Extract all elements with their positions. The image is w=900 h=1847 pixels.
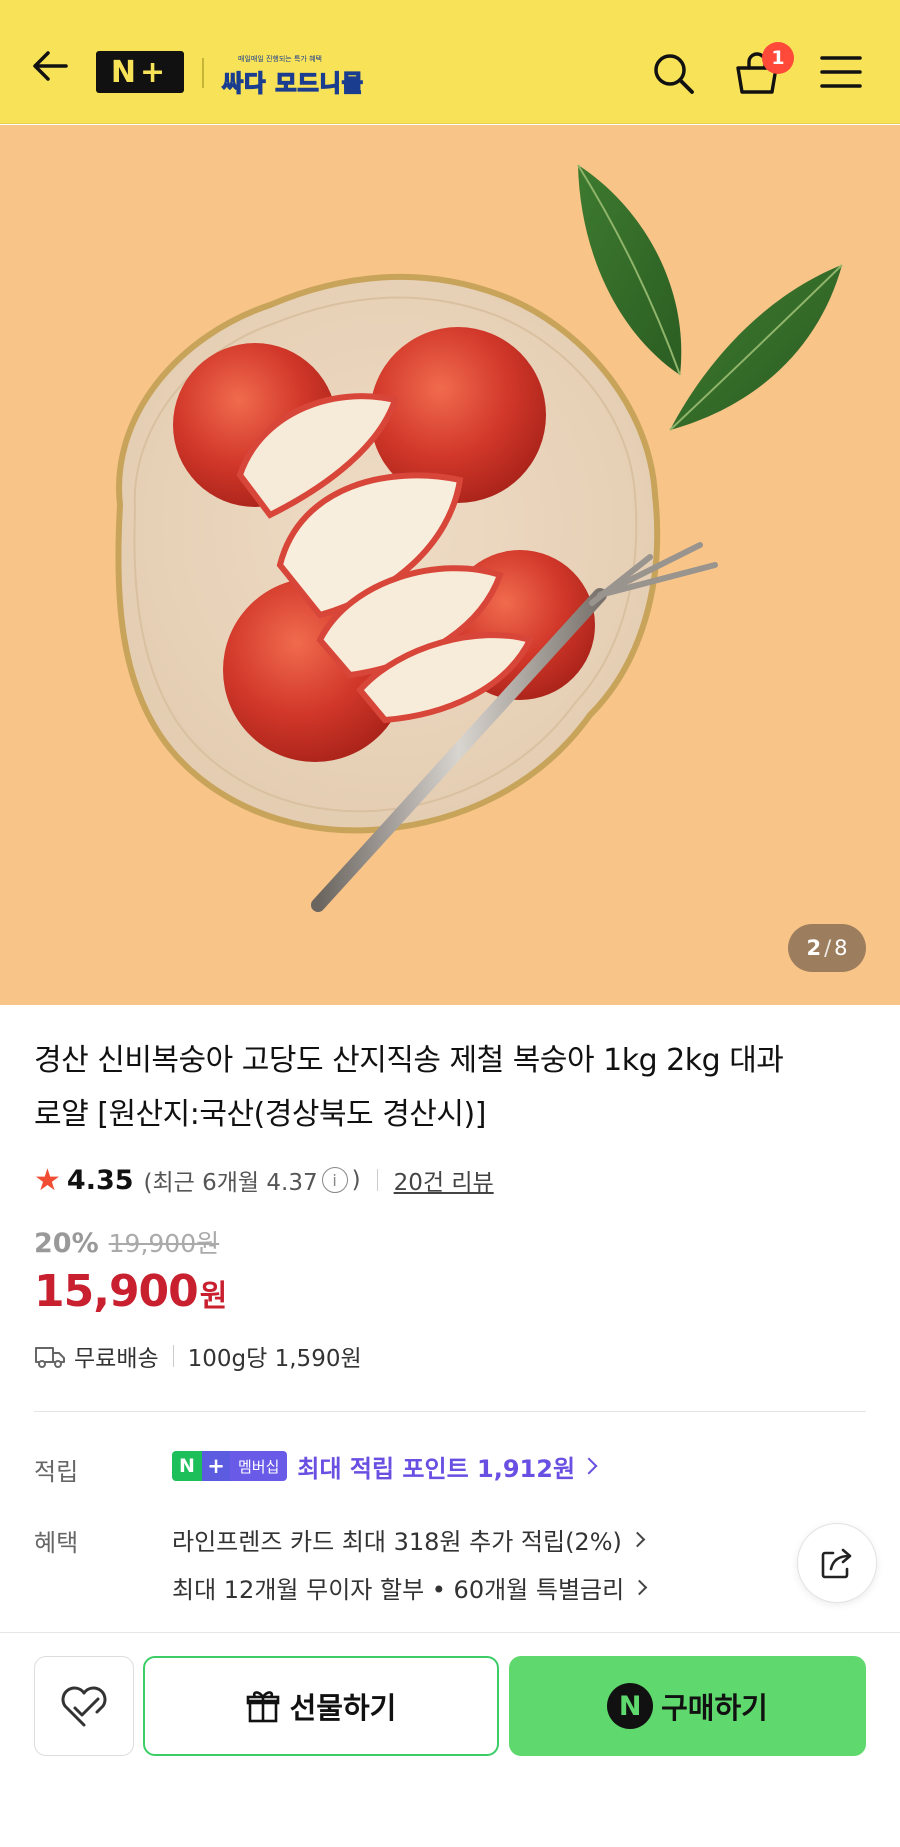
buy-button-label: 구매하기 xyxy=(661,1691,768,1725)
unit-price: 100g당 1,590원 xyxy=(187,1346,362,1372)
cart-count-badge: 1 xyxy=(762,42,794,74)
chevron-right-icon xyxy=(580,1457,598,1475)
search-icon xyxy=(654,54,694,94)
store-logo[interactable]: 매일매일 진행되는 특가 혜택 싸다 모드니몰 xyxy=(218,54,363,98)
buy-button[interactable]: N 구매하기 xyxy=(509,1656,866,1756)
image-counter-total: 8 xyxy=(834,936,848,960)
image-counter-separator: / xyxy=(824,936,832,960)
sale-price-unit: 원 xyxy=(199,1279,228,1314)
gift-button[interactable]: 선물하기 xyxy=(143,1656,499,1756)
hamburger-menu-icon xyxy=(820,56,862,88)
share-icon xyxy=(821,1548,852,1579)
truck-icon xyxy=(35,1347,65,1368)
recent-rating: (최근 6개월 4.37 i ) xyxy=(144,1163,361,1197)
store-name: 싸다 모드니몰 xyxy=(221,70,364,98)
arrow-left-icon xyxy=(33,51,68,81)
product-title-line-1: 경산 신비복숭아 고당도 산지직송 제철 복숭아 1kg 2kg 대과 xyxy=(34,1043,784,1078)
card-benefit-link[interactable]: 라인프렌즈 카드 최대 318원 추가 적립(2%) xyxy=(172,1522,646,1557)
discount-row: 20% 19,900원 xyxy=(34,1224,219,1260)
menu-button[interactable] xyxy=(818,52,864,92)
chevron-right-icon xyxy=(629,1531,646,1548)
badge-n: N xyxy=(172,1451,202,1481)
info-icon[interactable]: i xyxy=(321,1167,348,1193)
membership-points[interactable]: N + 멤버십 최대 적립 포인트 1,912원 xyxy=(172,1448,598,1484)
delivery-divider xyxy=(172,1345,174,1367)
recent-rating-close: ) xyxy=(351,1167,361,1193)
store-tagline: 매일매일 진행되는 특가 혜택 xyxy=(238,55,322,63)
image-counter-current: 2 xyxy=(806,936,822,960)
naver-plus-logo[interactable]: N+ xyxy=(96,51,184,93)
max-points-text: 최대 적립 포인트 1,912원 xyxy=(297,1454,576,1483)
badge-plus: + xyxy=(202,1451,230,1481)
badge-text: 멤버십 xyxy=(230,1451,288,1481)
rating-value: 4.35 xyxy=(66,1164,134,1196)
installment-benefit-link[interactable]: 최대 12개월 무이자 할부 • 60개월 특별금리 xyxy=(172,1570,648,1605)
heart-check-icon xyxy=(61,1686,107,1727)
card-benefit-text: 라인프렌즈 카드 최대 318원 추가 적립(2%) xyxy=(172,1528,622,1556)
naver-pay-icon: N xyxy=(607,1683,654,1729)
gift-icon xyxy=(246,1691,279,1723)
back-button[interactable] xyxy=(28,44,72,88)
star-icon: ★ xyxy=(34,1162,61,1198)
rating-divider xyxy=(376,1169,378,1191)
discount-rate: 20% xyxy=(34,1228,99,1259)
membership-badge: N + 멤버십 xyxy=(172,1451,288,1481)
image-counter: 2 / 8 xyxy=(788,924,866,972)
section-divider xyxy=(34,1411,866,1412)
original-price: 19,900원 xyxy=(108,1229,220,1258)
search-button[interactable] xyxy=(650,50,696,96)
recent-rating-text: (최근 6개월 4.37 xyxy=(143,1170,318,1196)
sale-price: 15,900 원 xyxy=(34,1266,227,1317)
points-label: 적립 xyxy=(34,1458,79,1486)
logo-divider xyxy=(202,58,204,88)
product-title-line-2: 로얄 [원산지:국산(경상북도 경산시)] xyxy=(34,1097,486,1132)
installment-benefit-text: 최대 12개월 무이자 할부 • 60개월 특별금리 xyxy=(172,1576,625,1604)
rating-row: ★ 4.35 (최근 6개월 4.37 i ) 20건 리뷰 xyxy=(34,1160,494,1200)
delivery-row: 무료배송 100g당 1,590원 xyxy=(34,1338,362,1374)
benefits-label: 혜택 xyxy=(34,1529,79,1557)
gift-button-label: 선물하기 xyxy=(289,1691,397,1725)
product-image[interactable] xyxy=(0,125,900,1005)
wishlist-button[interactable] xyxy=(34,1656,134,1756)
shipping-text: 무료배송 xyxy=(74,1346,159,1372)
sale-price-amount: 15,900 xyxy=(34,1266,199,1317)
chevron-right-icon xyxy=(631,1579,648,1596)
share-button[interactable] xyxy=(797,1523,877,1603)
product-title: 경산 신비복숭아 고당도 산지직송 제철 복숭아 1kg 2kg 대과 로얄 [… xyxy=(34,1034,864,1142)
peach-plate-photo xyxy=(115,164,843,912)
review-count-link[interactable]: 20건 리뷰 xyxy=(394,1163,494,1197)
